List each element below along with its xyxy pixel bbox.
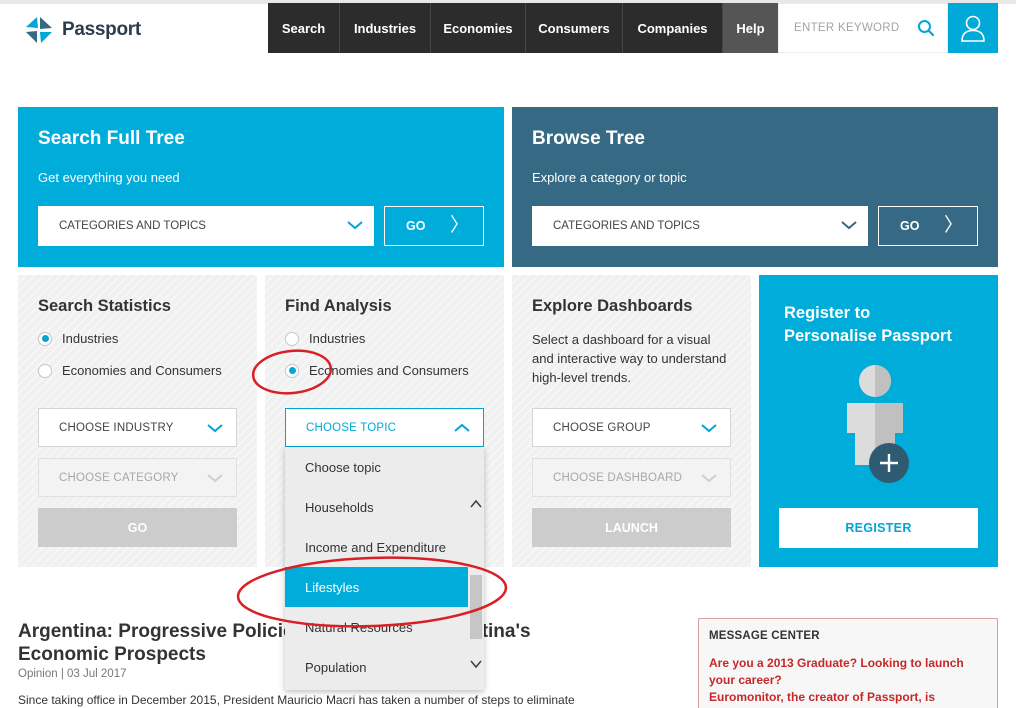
nav-consumers[interactable]: Consumers (526, 3, 623, 53)
nav-search[interactable]: Search (268, 3, 340, 53)
article-snippet: Since taking office in December 2015, Pr… (18, 693, 575, 707)
register-title-line1: Register to (784, 304, 871, 322)
nav-economies[interactable]: Economies (431, 3, 526, 53)
chevron-up-icon (454, 423, 470, 432)
categories-topics-select[interactable]: CATEGORIES AND TOPICS (38, 206, 374, 246)
search-full-tree-subtitle: Get everything you need (38, 170, 180, 185)
radio-button[interactable] (285, 363, 299, 378)
dropdown-scrollbar[interactable] (468, 487, 484, 690)
browse-tree-title: Browse Tree (532, 128, 645, 149)
passport-logo-icon (26, 17, 52, 43)
select-value: CATEGORIES AND TOPICS (553, 220, 700, 232)
search-statistics-card: Search Statistics Industries Economies a… (18, 275, 257, 567)
browse-categories-topics-select[interactable]: CATEGORIES AND TOPICS (532, 206, 868, 246)
register-title: Register to Personalise Passport (784, 302, 973, 348)
dropdown-option-choose-topic[interactable]: Choose topic (285, 447, 468, 487)
search-full-tree-title: Search Full Tree (38, 128, 185, 149)
scrollbar-thumb[interactable] (470, 575, 482, 639)
select-value: CATEGORIES AND TOPICS (59, 220, 206, 232)
top-nav: Search Industries Economies Consumers Co… (268, 3, 778, 53)
choose-dashboard-select[interactable]: CHOOSE DASHBOARD (532, 458, 731, 497)
select-value: CHOOSE GROUP (553, 421, 651, 434)
keyword-placeholder: ENTER KEYWORD (794, 22, 900, 34)
chevron-down-icon[interactable] (470, 659, 482, 669)
radio-label: Industries (62, 331, 119, 346)
radio-label: Industries (309, 331, 366, 346)
person-plus-icon (847, 365, 909, 483)
select-value: CHOOSE CATEGORY (59, 471, 179, 484)
radio-economies-consumers[interactable]: Economies and Consumers (285, 363, 469, 378)
arrow-right-icon: 〉 (449, 215, 469, 236)
explore-dashboards-description: Select a dashboard for a visual and inte… (532, 332, 727, 385)
message-line1[interactable]: Are you a 2013 Graduate? Looking to laun… (709, 655, 987, 672)
chevron-down-icon (701, 424, 717, 433)
register-title-line2: Personalise Passport (784, 327, 952, 345)
dropdown-option-income-expenditure[interactable]: Income and Expenditure (285, 527, 468, 567)
radio-button[interactable] (285, 331, 299, 346)
go-label: GO (406, 219, 426, 233)
brand-name: Passport (62, 19, 141, 40)
radio-label: Economies and Consumers (309, 363, 469, 378)
message-center: MESSAGE CENTER Are you a 2013 Graduate? … (698, 618, 998, 708)
radio-label: Economies and Consumers (62, 363, 222, 378)
find-analysis-title: Find Analysis (285, 297, 392, 315)
search-full-tree-go-button[interactable]: GO 〉 (384, 206, 484, 246)
choose-industry-select[interactable]: CHOOSE INDUSTRY (38, 408, 237, 447)
go-label: GO (900, 219, 920, 233)
choose-topic-select[interactable]: CHOOSE TOPIC (285, 408, 484, 447)
dropdown-option-natural-resources[interactable]: Natural Resources (285, 607, 468, 647)
chevron-up-icon[interactable] (470, 499, 482, 509)
search-statistics-go-button[interactable]: GO (38, 508, 237, 547)
browse-tree-subtitle: Explore a category or topic (532, 170, 687, 185)
topic-dropdown-list: Choose topic Households Income and Expen… (285, 447, 484, 690)
nav-companies[interactable]: Companies (623, 3, 723, 53)
register-button[interactable]: REGISTER (779, 508, 978, 548)
explore-dashboards-card: Explore Dashboards Select a dashboard fo… (512, 275, 751, 567)
select-value: CHOOSE TOPIC (306, 421, 397, 434)
arrow-right-icon: 〉 (943, 215, 963, 236)
nav-help[interactable]: Help (723, 3, 778, 53)
user-account-button[interactable] (948, 3, 998, 53)
chevron-down-icon (207, 424, 223, 433)
radio-button[interactable] (38, 331, 52, 346)
search-full-tree-panel: Search Full Tree Get everything you need… (18, 107, 504, 267)
explore-dashboards-title: Explore Dashboards (532, 297, 693, 315)
message-center-title: MESSAGE CENTER (709, 630, 820, 642)
keyword-search-input[interactable]: ENTER KEYWORD (778, 3, 948, 53)
dropdown-option-lifestyles[interactable]: Lifestyles (285, 567, 468, 607)
chevron-down-icon (841, 221, 857, 230)
user-icon (961, 15, 985, 42)
browse-tree-go-button[interactable]: GO 〉 (878, 206, 978, 246)
chevron-down-icon (207, 474, 223, 483)
radio-button[interactable] (38, 363, 52, 378)
register-card: Register to Personalise Passport REGISTE… (759, 275, 998, 567)
radio-industries[interactable]: Industries (38, 331, 118, 346)
message-line2[interactable]: your career? (709, 672, 987, 689)
nav-industries[interactable]: Industries (340, 3, 431, 53)
chevron-down-icon (347, 221, 363, 230)
dropdown-option-households[interactable]: Households (285, 487, 468, 527)
select-value: CHOOSE INDUSTRY (59, 421, 174, 434)
message-line3[interactable]: Euromonitor, the creator of Passport, is (709, 689, 987, 706)
select-value: CHOOSE DASHBOARD (553, 471, 683, 484)
browse-tree-panel: Browse Tree Explore a category or topic … (512, 107, 998, 267)
message-center-link[interactable]: Are you a 2013 Graduate? Looking to laun… (709, 655, 987, 706)
dropdown-option-population[interactable]: Population (285, 647, 468, 687)
radio-economies-consumers[interactable]: Economies and Consumers (38, 363, 222, 378)
choose-category-select[interactable]: CHOOSE CATEGORY (38, 458, 237, 497)
search-icon[interactable] (917, 19, 935, 37)
chevron-down-icon (701, 474, 717, 483)
choose-group-select[interactable]: CHOOSE GROUP (532, 408, 731, 447)
passport-logo[interactable]: Passport (24, 16, 141, 44)
launch-button[interactable]: LAUNCH (532, 508, 731, 547)
radio-industries[interactable]: Industries (285, 331, 365, 346)
article-meta: Opinion | 03 Jul 2017 (18, 668, 127, 680)
search-statistics-title: Search Statistics (38, 297, 171, 315)
